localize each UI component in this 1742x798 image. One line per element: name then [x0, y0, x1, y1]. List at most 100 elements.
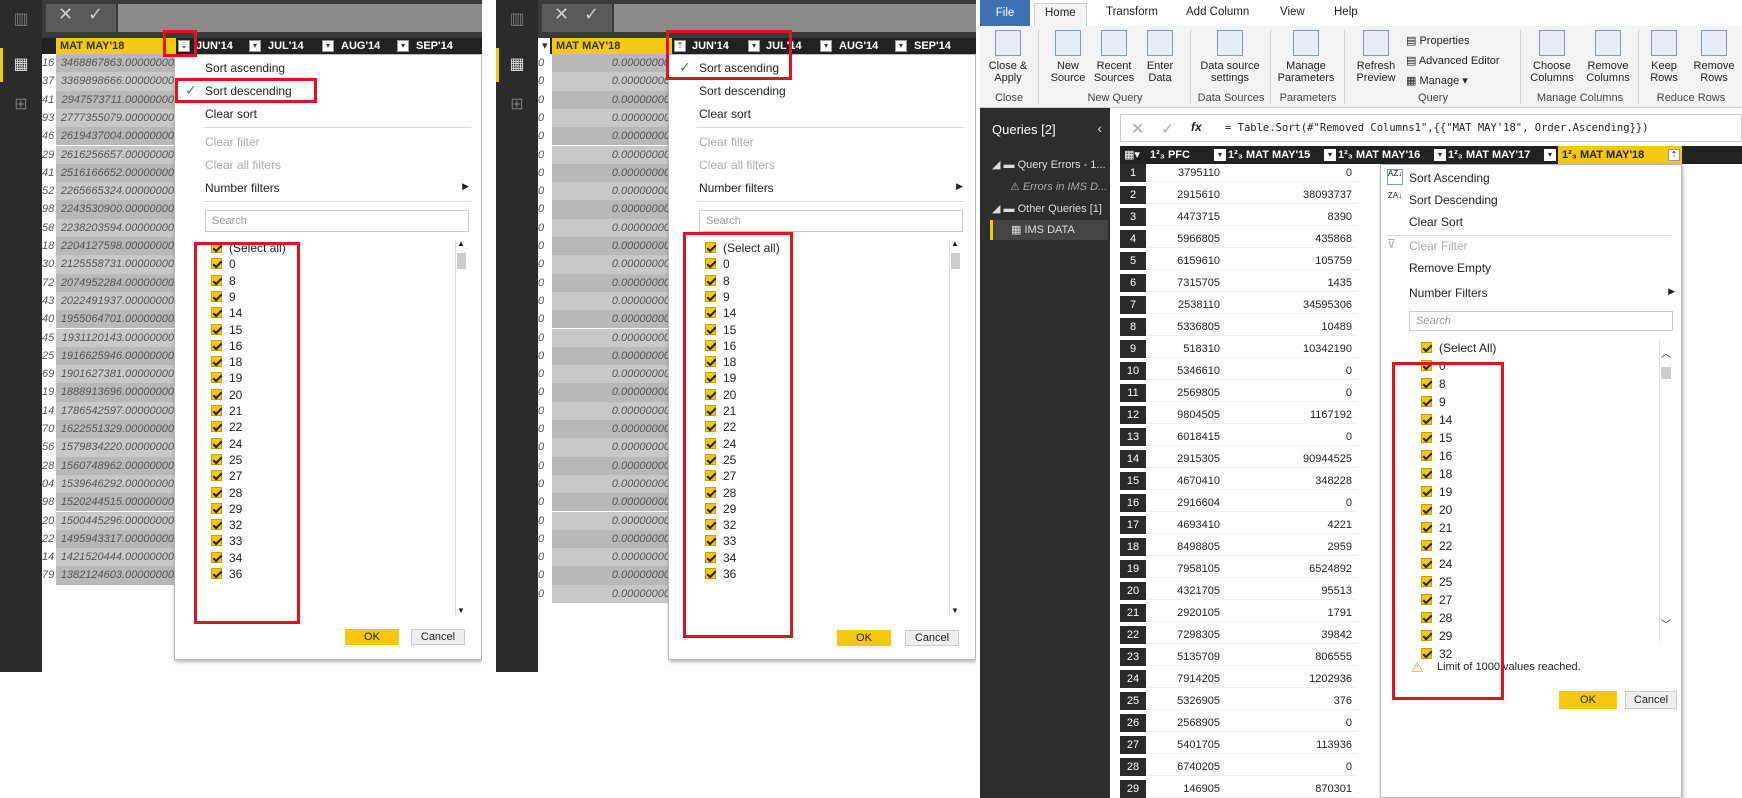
manage-parameters-button[interactable]: Manage Parameters [1272, 30, 1340, 84]
column-header-jul14[interactable]: JUL'14 [264, 38, 318, 54]
column-filter-dropdown[interactable]: ▾ [1434, 149, 1446, 161]
checkbox-checked-icon[interactable] [705, 437, 716, 449]
commit-icon[interactable]: ✓ [584, 4, 599, 25]
checkbox-checked-icon[interactable] [705, 356, 716, 368]
search-input[interactable]: Search [205, 210, 469, 232]
checkbox-checked-icon[interactable] [211, 568, 222, 579]
checkbox-checked-icon[interactable] [211, 535, 222, 547]
checkbox-checked-icon[interactable] [705, 323, 716, 335]
report-view-icon[interactable]: ▥ [507, 10, 527, 30]
formula-field[interactable] [118, 4, 482, 32]
checkbox-checked-icon[interactable] [1421, 378, 1432, 389]
value-checkbox-item[interactable]: 36 [211, 567, 242, 581]
scroll-down-icon[interactable]: ﹀ [1661, 616, 1671, 631]
column-header-mat-may16[interactable]: 1²₃ MAT MAY'16 [1338, 146, 1420, 164]
value-checkbox-item[interactable]: 21 [705, 404, 736, 418]
cancel-button[interactable]: Cancel [905, 630, 959, 646]
checkbox-checked-icon[interactable] [211, 356, 222, 368]
data-view-icon[interactable]: ▦ [11, 55, 31, 75]
value-checkbox-item[interactable]: 28 [211, 486, 242, 500]
checkbox-checked-icon[interactable] [705, 535, 716, 547]
value-checkbox-item[interactable]: 33 [211, 534, 242, 548]
value-checkbox-item[interactable]: 16 [1421, 449, 1452, 463]
checkbox-checked-icon[interactable] [705, 307, 716, 319]
column-filter-dropdown[interactable]: ▾ [895, 40, 907, 52]
checkbox-checked-icon[interactable] [705, 388, 716, 400]
commit-icon[interactable]: ✓ [1161, 119, 1174, 139]
column-filter-dropdown[interactable]: ▾ [820, 40, 832, 52]
checkbox-checked-icon[interactable] [1421, 432, 1432, 443]
checkbox-checked-icon[interactable] [211, 519, 222, 531]
value-checkbox-item[interactable]: 16 [705, 339, 736, 353]
ok-button[interactable]: OK [837, 630, 891, 646]
menu-sort-ascending[interactable]: Sort ascending [205, 61, 285, 75]
cancel-button[interactable]: Cancel [1625, 691, 1677, 709]
formula-text[interactable]: = Table.Sort(#"Removed Columns1",{{"MAT … [1225, 122, 1649, 134]
value-checkbox-item[interactable]: 25 [1421, 575, 1452, 589]
value-checkbox-item[interactable]: (Select all) [211, 241, 286, 255]
tab-help[interactable]: Help [1334, 6, 1358, 18]
scroll-up-icon[interactable]: ▲ [951, 239, 959, 248]
value-checkbox-item[interactable]: 16 [211, 339, 242, 353]
checkbox-checked-icon[interactable] [1421, 594, 1432, 605]
search-input[interactable]: Search [1409, 311, 1673, 331]
checkbox-checked-icon[interactable] [211, 339, 222, 351]
value-checkbox-item[interactable]: 24 [211, 437, 242, 451]
value-checkbox-item[interactable]: 22 [1421, 539, 1452, 553]
column-header-aug14[interactable]: AUG'14 [337, 38, 391, 54]
close-apply-button[interactable]: Close & Apply [980, 30, 1036, 84]
checkbox-checked-icon[interactable] [705, 486, 716, 498]
value-checkbox-item[interactable]: 9 [1421, 395, 1446, 409]
value-checkbox-item[interactable]: 14 [705, 306, 736, 320]
checkbox-checked-icon[interactable] [1421, 522, 1432, 533]
manage-button[interactable]: ▦ Manage ▾ [1406, 74, 1468, 87]
value-checkbox-item[interactable]: 18 [1421, 467, 1452, 481]
checkbox-checked-icon[interactable] [705, 274, 716, 286]
value-checkbox-item[interactable]: 25 [211, 453, 242, 467]
column-header-mat-may17[interactable]: 1²₃ MAT MAY'17 [1448, 146, 1530, 164]
checkbox-checked-icon[interactable] [705, 258, 716, 270]
cancel-button[interactable]: Cancel [411, 629, 465, 645]
checkbox-checked-icon[interactable] [1421, 360, 1432, 371]
value-checkbox-item[interactable]: 28 [705, 486, 736, 500]
checkbox-checked-icon[interactable] [1421, 450, 1432, 461]
value-checkbox-item[interactable]: 32 [1421, 647, 1452, 661]
scroll-thumb[interactable] [457, 253, 466, 269]
menu-remove-empty[interactable]: Remove Empty [1409, 261, 1491, 275]
value-checkbox-item[interactable]: 29 [1421, 629, 1452, 643]
menu-sort-descending[interactable]: Sort descending [699, 84, 786, 98]
value-checkbox-item[interactable]: 19 [1421, 485, 1452, 499]
value-checkbox-item[interactable]: 27 [1421, 593, 1452, 607]
model-view-icon[interactable]: ⊞ [11, 95, 31, 115]
value-checkbox-item[interactable]: 29 [211, 502, 242, 516]
table-menu-icon[interactable]: ▦▾ [1124, 146, 1140, 164]
column-filter-dropdown[interactable]: ▾ [249, 40, 261, 52]
scroll-down-icon[interactable]: ▼ [457, 606, 465, 615]
column-header-mat-may18[interactable]: MAT MAY'18 [56, 38, 176, 54]
tab-view[interactable]: View [1280, 6, 1305, 18]
keep-rows-button[interactable]: Keep Rows [1640, 30, 1688, 84]
checkbox-checked-icon[interactable] [211, 405, 222, 416]
column-header-pfc[interactable]: 1²₃ PFC [1150, 146, 1190, 164]
properties-button[interactable]: ▤ Properties [1406, 34, 1470, 47]
value-checkbox-item[interactable]: 32 [705, 518, 736, 532]
checkbox-checked-icon[interactable] [211, 274, 222, 286]
cancel-icon[interactable]: ✕ [554, 4, 569, 25]
value-checkbox-item[interactable]: 27 [705, 469, 736, 483]
value-checkbox-item[interactable]: 20 [705, 388, 736, 402]
checkbox-checked-icon[interactable] [1421, 576, 1432, 587]
checkbox-checked-icon[interactable] [1421, 414, 1432, 425]
ds-settings-button[interactable]: Data source settings [1196, 30, 1264, 84]
value-checkbox-item[interactable]: 22 [211, 420, 242, 434]
menu-number-filters[interactable]: Number filters [699, 181, 774, 195]
column-header-aug14[interactable]: AUG'14 [835, 38, 889, 54]
scroll-up-icon[interactable]: ︿ [1661, 345, 1671, 360]
menu-sort-ascending[interactable]: Sort Ascending [1409, 171, 1490, 185]
checkbox-checked-icon[interactable] [705, 242, 716, 253]
checkbox-checked-icon[interactable] [211, 372, 222, 384]
checkbox-checked-icon[interactable] [705, 290, 716, 302]
checkbox-checked-icon[interactable] [705, 453, 716, 465]
column-filter-dropdown[interactable]: ▾ [1544, 149, 1556, 161]
column-filter-dropdown[interactable]: ⇣ [178, 40, 190, 52]
checkbox-checked-icon[interactable] [705, 470, 716, 482]
